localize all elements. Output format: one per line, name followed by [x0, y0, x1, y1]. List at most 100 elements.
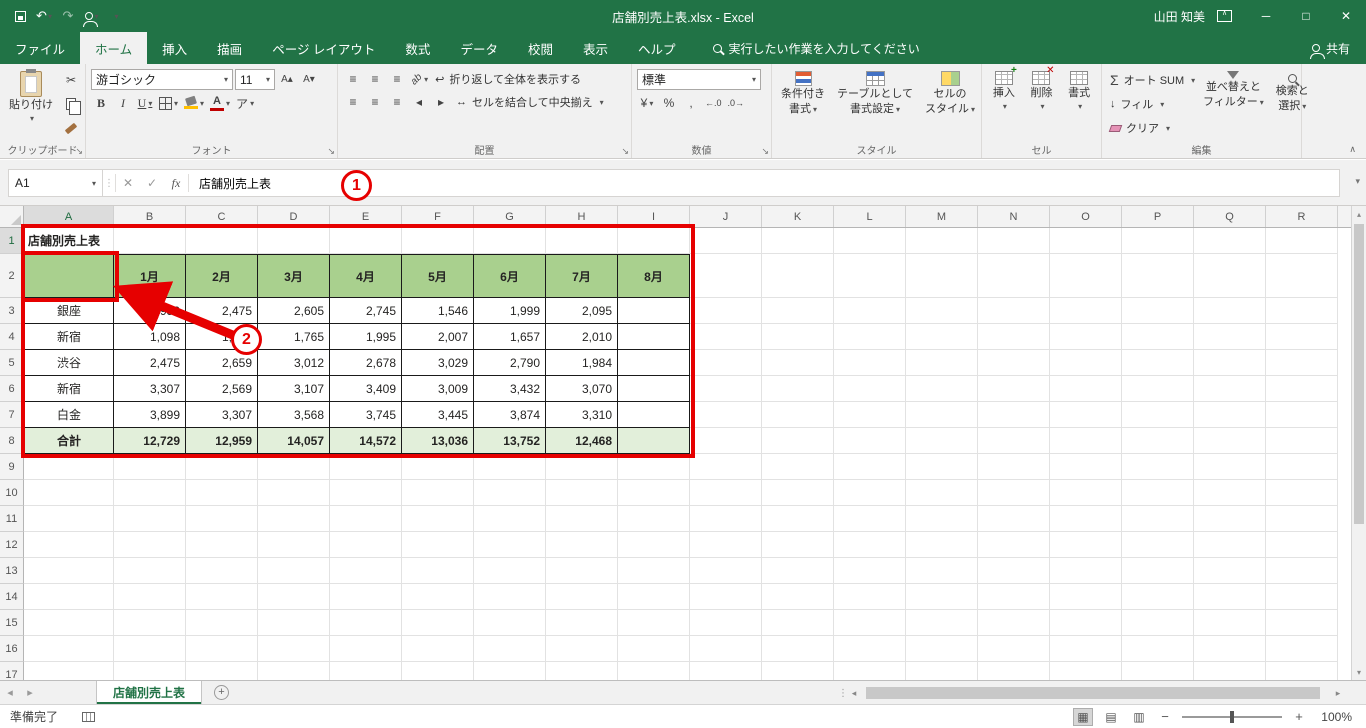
cell-P8[interactable] — [1122, 428, 1194, 454]
cell-K6[interactable] — [762, 376, 834, 402]
cell-L14[interactable] — [834, 584, 906, 610]
decrease-indent-button[interactable]: ◂ — [409, 92, 429, 112]
cell-C1[interactable] — [186, 228, 258, 254]
cell-D3[interactable]: 2,605 — [258, 298, 330, 324]
cell-F13[interactable] — [402, 558, 474, 584]
cell-N9[interactable] — [978, 454, 1050, 480]
cell-R3[interactable] — [1266, 298, 1338, 324]
cell-K11[interactable] — [762, 506, 834, 532]
cell-P11[interactable] — [1122, 506, 1194, 532]
cell-H8[interactable]: 12,468 — [546, 428, 618, 454]
cell-C11[interactable] — [186, 506, 258, 532]
cell-P12[interactable] — [1122, 532, 1194, 558]
cell-Q17[interactable] — [1194, 662, 1266, 680]
cell-O7[interactable] — [1050, 402, 1122, 428]
cell-N14[interactable] — [978, 584, 1050, 610]
cell-G5[interactable]: 2,790 — [474, 350, 546, 376]
underline-button[interactable]: U ▾ — [135, 93, 155, 113]
cell-M16[interactable] — [906, 636, 978, 662]
column-header-G[interactable]: G — [474, 206, 546, 227]
cell-P16[interactable] — [1122, 636, 1194, 662]
row-header-6[interactable]: 6 — [0, 376, 24, 402]
align-center-button[interactable]: ≡ — [365, 92, 385, 112]
cell-I2[interactable]: 8月 — [618, 254, 690, 298]
zoom-slider[interactable] — [1182, 710, 1282, 723]
cell-R1[interactable] — [1266, 228, 1338, 254]
cell-Q14[interactable] — [1194, 584, 1266, 610]
cell-L6[interactable] — [834, 376, 906, 402]
cell-G1[interactable] — [474, 228, 546, 254]
autosum-button[interactable]: Σ オート SUM ▾ — [1107, 70, 1195, 90]
sheet-nav-right-icon[interactable]: ▸ — [20, 686, 40, 699]
sheet-tab-active[interactable]: 店舗別売上表 — [96, 681, 203, 704]
cell-I4[interactable] — [618, 324, 690, 350]
cell-K4[interactable] — [762, 324, 834, 350]
align-left-button[interactable]: ≡ — [343, 92, 363, 112]
cell-D14[interactable] — [258, 584, 330, 610]
cell-M6[interactable] — [906, 376, 978, 402]
row-header-7[interactable]: 7 — [0, 402, 24, 428]
cell-J10[interactable] — [690, 480, 762, 506]
cell-B14[interactable] — [114, 584, 186, 610]
cell-C6[interactable]: 2,569 — [186, 376, 258, 402]
column-header-L[interactable]: L — [834, 206, 906, 227]
cell-E11[interactable] — [330, 506, 402, 532]
cell-D5[interactable]: 3,012 — [258, 350, 330, 376]
cell-G15[interactable] — [474, 610, 546, 636]
cell-M12[interactable] — [906, 532, 978, 558]
redo-button[interactable]: ↷ — [58, 5, 78, 27]
cell-M3[interactable] — [906, 298, 978, 324]
row-header-4[interactable]: 4 — [0, 324, 24, 350]
select-all-button[interactable] — [0, 206, 24, 227]
expand-formula-bar-icon[interactable]: ▾ — [1355, 176, 1360, 187]
cell-L3[interactable] — [834, 298, 906, 324]
tab-splitter-handle[interactable]: ⋮ — [838, 688, 848, 699]
cell-F5[interactable]: 3,029 — [402, 350, 474, 376]
cell-B17[interactable] — [114, 662, 186, 680]
cell-Q5[interactable] — [1194, 350, 1266, 376]
clear-button[interactable]: クリア ▾ — [1107, 118, 1195, 138]
cell-I14[interactable] — [618, 584, 690, 610]
cell-B15[interactable] — [114, 610, 186, 636]
merge-center-button[interactable]: ↔ セルを結合して中央揃え ▾ — [453, 92, 607, 112]
zoom-slider-thumb[interactable] — [1230, 710, 1234, 723]
cell-F10[interactable] — [402, 480, 474, 506]
cell-P6[interactable] — [1122, 376, 1194, 402]
cell-F4[interactable]: 2,007 — [402, 324, 474, 350]
cell-R10[interactable] — [1266, 480, 1338, 506]
cell-R8[interactable] — [1266, 428, 1338, 454]
cell-A16[interactable] — [24, 636, 114, 662]
bold-button[interactable]: B — [91, 93, 111, 113]
touch-mode-button[interactable]: ▾ — [82, 5, 102, 27]
cell-R17[interactable] — [1266, 662, 1338, 680]
sheet-nav-left-icon[interactable]: ◂ — [0, 686, 20, 699]
horizontal-scrollbar[interactable]: ⋮ ◂ ▸ — [838, 685, 1346, 701]
cell-A8[interactable]: 合計 — [24, 428, 114, 454]
cell-K3[interactable] — [762, 298, 834, 324]
cell-K16[interactable] — [762, 636, 834, 662]
tab-校閲[interactable]: 校閲 — [513, 32, 568, 64]
column-header-A[interactable]: A — [24, 206, 114, 227]
cell-H16[interactable] — [546, 636, 618, 662]
save-button[interactable] — [10, 5, 30, 27]
cell-J14[interactable] — [690, 584, 762, 610]
cell-E16[interactable] — [330, 636, 402, 662]
row-header-3[interactable]: 3 — [0, 298, 24, 324]
cell-C15[interactable] — [186, 610, 258, 636]
cell-Q9[interactable] — [1194, 454, 1266, 480]
cell-B10[interactable] — [114, 480, 186, 506]
cell-B9[interactable] — [114, 454, 186, 480]
formula-bar-handle[interactable]: ⋮ — [103, 178, 115, 189]
column-header-P[interactable]: P — [1122, 206, 1194, 227]
cell-R13[interactable] — [1266, 558, 1338, 584]
column-header-B[interactable]: B — [114, 206, 186, 227]
page-break-view-button[interactable]: ▥ — [1130, 709, 1148, 725]
cell-D17[interactable] — [258, 662, 330, 680]
cell-G9[interactable] — [474, 454, 546, 480]
tell-me-search[interactable]: 実行したい作業を入力してください — [712, 32, 920, 64]
cell-C2[interactable]: 2月 — [186, 254, 258, 298]
cell-F15[interactable] — [402, 610, 474, 636]
cell-H14[interactable] — [546, 584, 618, 610]
increase-indent-button[interactable]: ▸ — [431, 92, 451, 112]
row-header-11[interactable]: 11 — [0, 506, 24, 532]
